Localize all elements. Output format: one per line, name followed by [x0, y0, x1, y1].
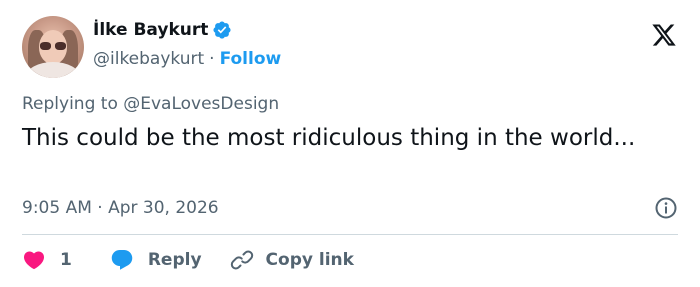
- divider: [22, 234, 678, 235]
- author-handle[interactable]: @ilkebaykurt: [93, 49, 204, 69]
- reply-bubble-icon: [111, 250, 133, 270]
- like-count: 1: [60, 250, 72, 270]
- info-icon[interactable]: [654, 196, 678, 220]
- follow-button[interactable]: Follow: [220, 49, 282, 69]
- author-handle-row: @ilkebaykurt · Follow: [93, 49, 281, 69]
- tweet-text: This could be the most ridiculous thing …: [22, 125, 636, 151]
- copy-link-button[interactable]: Copy link: [230, 248, 354, 272]
- action-bar: 1 Reply Copy link: [22, 248, 354, 272]
- heart-icon: [23, 251, 45, 270]
- reply-label: Reply: [147, 250, 202, 270]
- replying-to[interactable]: Replying to @EvaLovesDesign: [22, 94, 279, 114]
- copy-link-label: Copy link: [265, 250, 354, 270]
- handle-separator: ·: [209, 49, 215, 69]
- author-name-row: İlke Baykurt: [93, 20, 232, 40]
- reply-button[interactable]: Reply: [110, 248, 202, 272]
- author-display-name[interactable]: İlke Baykurt: [93, 20, 208, 40]
- like-button[interactable]: 1: [22, 248, 72, 272]
- avatar[interactable]: [22, 16, 84, 78]
- verified-badge-icon: [213, 21, 231, 39]
- x-logo-icon[interactable]: [650, 22, 678, 48]
- link-icon: [230, 250, 253, 270]
- avatar-sunglasses: [40, 42, 66, 50]
- tweet-timestamp[interactable]: 9:05 AM · Apr 30, 2026: [22, 198, 219, 218]
